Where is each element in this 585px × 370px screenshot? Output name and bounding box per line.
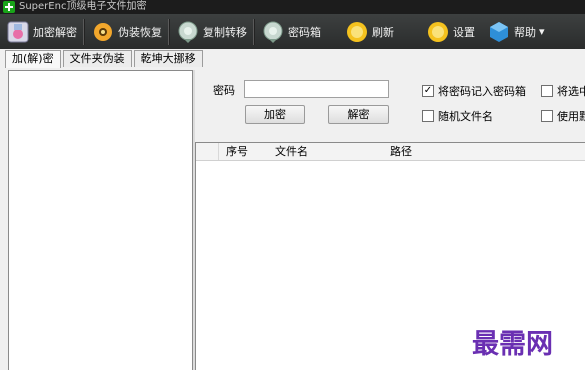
settings-label: 设置 [453, 25, 475, 39]
file-list-header: 序号 文件名 路径 [196, 143, 585, 161]
checkbox-label: 随机文件名 [438, 110, 493, 123]
watermark-text: 最需网 [472, 329, 553, 360]
help-label: 帮助 [514, 25, 536, 39]
gear-flower-icon [91, 20, 115, 44]
checkbox-label: 将选中 [557, 85, 585, 98]
use-default-checkbox[interactable]: 使用默 [541, 108, 585, 124]
encrypt-decrypt-button[interactable]: 加密解密 [0, 14, 83, 49]
settings-button[interactable]: 设置 [420, 14, 481, 49]
tab-big-move[interactable]: 乾坤大挪移 [133, 50, 203, 67]
encrypt-decrypt-label: 加密解密 [33, 25, 77, 39]
tab-encrypt-decrypt[interactable]: 加(解)密 [5, 50, 61, 68]
encrypt-decrypt-icon [6, 20, 30, 44]
copy-move-label: 复制转移 [203, 25, 247, 39]
checkbox-mark[interactable]: ✓ [422, 85, 434, 97]
chevron-down-icon: ▾ [539, 25, 545, 38]
encrypt-button[interactable]: 加密 [245, 105, 305, 124]
password-box-button[interactable]: 密码箱 [255, 14, 327, 49]
random-filename-checkbox[interactable]: 随机文件名 [422, 108, 493, 124]
checkbox-label: 将密码记入密码箱 [438, 85, 526, 98]
tab-folder-disguise[interactable]: 文件夹伪装 [62, 50, 132, 67]
column-header-path[interactable]: 路径 [390, 143, 412, 160]
disguise-restore-label: 伪装恢复 [118, 25, 162, 39]
column-header-filename[interactable]: 文件名 [275, 143, 308, 160]
password-box-icon [261, 20, 285, 44]
copy-move-button[interactable]: 复制转移 [170, 14, 253, 49]
window-title: SuperEnc顶级电子文件加密 [19, 1, 147, 12]
checkbox-mark[interactable] [422, 110, 434, 122]
password-input[interactable] [244, 80, 389, 98]
refresh-label: 刷新 [372, 25, 394, 39]
disguise-restore-button[interactable]: 伪装恢复 [85, 14, 168, 49]
password-box-label: 密码箱 [288, 25, 321, 39]
help-button[interactable]: 帮助 ▾ [481, 14, 551, 49]
title-bar: SuperEnc顶级电子文件加密 [0, 0, 585, 14]
use-selected-checkbox[interactable]: 将选中 [541, 83, 585, 99]
tab-bar: 加(解)密 文件夹伪装 乾坤大挪移 [5, 50, 205, 68]
checkbox-mark[interactable] [541, 110, 553, 122]
toolbar: 加密解密 伪装恢复 复制转移 密码箱 刷新 设置 帮助 ▾ [0, 14, 585, 49]
app-window: SuperEnc顶级电子文件加密 加密解密 伪装恢复 复制转移 密码箱 刷新 设… [0, 0, 585, 370]
refresh-icon [345, 20, 369, 44]
save-to-password-box-checkbox[interactable]: ✓ 将密码记入密码箱 [422, 83, 526, 99]
checkbox-label: 使用默 [557, 110, 585, 123]
copy-move-icon [176, 20, 200, 44]
password-label: 密码 [213, 84, 235, 97]
app-icon [3, 1, 15, 13]
checkbox-mark[interactable] [541, 85, 553, 97]
help-icon [487, 20, 511, 44]
settings-icon [426, 20, 450, 44]
file-tree-panel[interactable] [8, 70, 193, 370]
decrypt-button[interactable]: 解密 [328, 105, 389, 124]
refresh-button[interactable]: 刷新 [339, 14, 400, 49]
column-header-select[interactable] [196, 143, 219, 160]
column-header-index[interactable]: 序号 [226, 143, 248, 160]
